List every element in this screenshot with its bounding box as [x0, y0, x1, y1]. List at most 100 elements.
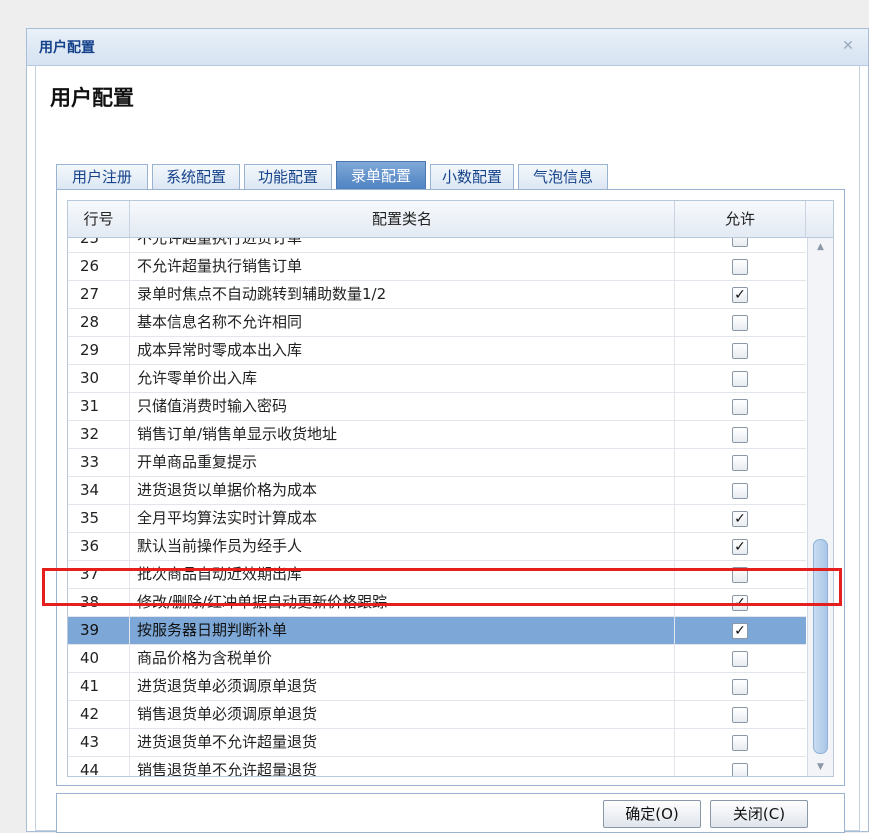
allow-checkbox[interactable] [732, 735, 748, 751]
config-name: 默认当前操作员为经手人 [130, 533, 675, 560]
tab-decimal-config[interactable]: 小数配置 [430, 164, 514, 189]
highlight-box [42, 568, 842, 606]
column-header-spacer [806, 201, 833, 237]
row-number: 30 [68, 365, 130, 392]
table-row[interactable]: 36 默认当前操作员为经手人 ✓ [68, 533, 806, 561]
scroll-down-arrow-icon[interactable]: ▼ [808, 758, 833, 776]
allow-checkbox[interactable] [732, 483, 748, 499]
config-name: 销售退货单必须调原单退货 [130, 701, 675, 728]
tab-function-config[interactable]: 功能配置 [244, 164, 332, 189]
allow-cell [675, 477, 806, 504]
user-config-window: 用户配置 ✕ 用户配置 用户注册 系统配置 功能配置 录单配置 小数配置 气泡信… [26, 28, 869, 833]
row-number: 41 [68, 673, 130, 700]
close-button[interactable]: 关闭(C) [710, 800, 808, 828]
config-grid: 行号 配置类名 允许 25 不允许超量执行进货订单 26 不允许超量执行销售订单 27 录… [67, 200, 834, 777]
allow-checkbox[interactable] [732, 343, 748, 359]
config-name: 基本信息名称不允许相同 [130, 309, 675, 336]
row-number: 39 [68, 617, 130, 644]
table-row[interactable]: 42 销售退货单必须调原单退货 [68, 701, 806, 729]
allow-checkbox[interactable] [732, 259, 748, 275]
allow-checkbox[interactable]: ✓ [732, 511, 748, 527]
table-row-selected[interactable]: 39 按服务器日期判断补单 ✓ [68, 617, 806, 645]
vertical-scrollbar[interactable]: ▲ ▼ [807, 238, 833, 776]
close-icon[interactable]: ✕ [840, 38, 856, 54]
grid-header: 行号 配置类名 允许 [68, 201, 833, 238]
allow-checkbox[interactable]: ✓ [732, 623, 748, 639]
table-row[interactable]: 25 不允许超量执行进货订单 [68, 238, 806, 253]
allow-checkbox[interactable] [732, 315, 748, 331]
row-number: 31 [68, 393, 130, 420]
config-name: 进货退货单不允许超量退货 [130, 729, 675, 756]
check-icon: ✓ [734, 511, 746, 527]
config-name: 销售退货单不允许超量退货 [130, 757, 675, 776]
table-row[interactable]: 40 商品价格为含税单价 [68, 645, 806, 673]
column-header-row-number[interactable]: 行号 [68, 201, 130, 237]
allow-cell [675, 253, 806, 280]
allow-checkbox[interactable] [732, 399, 748, 415]
config-name: 录单时焦点不自动跳转到辅助数量1/2 [130, 281, 675, 308]
tab-system-config[interactable]: 系统配置 [152, 164, 240, 189]
config-name: 商品价格为含税单价 [130, 645, 675, 672]
row-number: 33 [68, 449, 130, 476]
allow-checkbox[interactable] [732, 427, 748, 443]
row-number: 36 [68, 533, 130, 560]
tab-user-register[interactable]: 用户注册 [56, 164, 148, 189]
table-row[interactable]: 28 基本信息名称不允许相同 [68, 309, 806, 337]
table-row[interactable]: 41 进货退货单必须调原单退货 [68, 673, 806, 701]
config-name: 进货退货以单据价格为成本 [130, 477, 675, 504]
config-name: 销售订单/销售单显示收货地址 [130, 421, 675, 448]
config-grid-panel: 行号 配置类名 允许 25 不允许超量执行进货订单 26 不允许超量执行销售订单 27 录… [56, 189, 845, 786]
row-number: 26 [68, 253, 130, 280]
allow-checkbox[interactable] [732, 455, 748, 471]
check-icon: ✓ [734, 539, 746, 555]
table-row[interactable]: 43 进货退货单不允许超量退货 [68, 729, 806, 757]
config-name: 允许零单价出入库 [130, 365, 675, 392]
allow-cell [675, 729, 806, 756]
table-row[interactable]: 35 全月平均算法实时计算成本 ✓ [68, 505, 806, 533]
table-row[interactable]: 31 只储值消费时输入密码 [68, 393, 806, 421]
page-title: 用户配置 [50, 86, 134, 110]
column-header-config-name[interactable]: 配置类名 [130, 201, 675, 237]
table-row[interactable]: 26 不允许超量执行销售订单 [68, 253, 806, 281]
tab-entry-config[interactable]: 录单配置 [336, 161, 426, 189]
row-number: 32 [68, 421, 130, 448]
config-name: 不允许超量执行销售订单 [130, 253, 675, 280]
allow-checkbox[interactable]: ✓ [732, 539, 748, 555]
column-header-allow[interactable]: 允许 [675, 201, 806, 237]
config-name: 只储值消费时输入密码 [130, 393, 675, 420]
allow-checkbox[interactable] [732, 371, 748, 387]
row-number: 44 [68, 757, 130, 776]
allow-cell [675, 238, 806, 252]
table-row[interactable]: 30 允许零单价出入库 [68, 365, 806, 393]
title-bar[interactable]: 用户配置 ✕ [27, 29, 868, 66]
allow-checkbox[interactable] [732, 651, 748, 667]
allow-cell: ✓ [675, 505, 806, 532]
dialog-content: 用户配置 用户注册 系统配置 功能配置 录单配置 小数配置 气泡信息 行号 配置… [35, 66, 860, 833]
row-number: 27 [68, 281, 130, 308]
table-row[interactable]: 27 录单时焦点不自动跳转到辅助数量1/2 ✓ [68, 281, 806, 309]
allow-checkbox[interactable] [732, 238, 748, 247]
allow-checkbox[interactable] [732, 763, 748, 776]
table-row[interactable]: 32 销售订单/销售单显示收货地址 [68, 421, 806, 449]
allow-checkbox[interactable] [732, 707, 748, 723]
grid-rows: 25 不允许超量执行进货订单 26 不允许超量执行销售订单 27 录单时焦点不自动跳转到辅… [68, 238, 806, 776]
tab-bubble-info[interactable]: 气泡信息 [518, 164, 608, 189]
table-row[interactable]: 44 销售退货单不允许超量退货 [68, 757, 806, 776]
check-icon: ✓ [734, 287, 746, 303]
table-row[interactable]: 34 进货退货以单据价格为成本 [68, 477, 806, 505]
allow-cell [675, 701, 806, 728]
allow-cell [675, 365, 806, 392]
ok-button[interactable]: 确定(O) [603, 800, 701, 828]
table-row[interactable]: 33 开单商品重复提示 [68, 449, 806, 477]
row-number: 35 [68, 505, 130, 532]
check-icon: ✓ [734, 623, 746, 639]
table-row[interactable]: 29 成本异常时零成本出入库 [68, 337, 806, 365]
row-number: 28 [68, 309, 130, 336]
allow-cell [675, 421, 806, 448]
row-number: 42 [68, 701, 130, 728]
allow-checkbox[interactable] [732, 679, 748, 695]
scroll-up-arrow-icon[interactable]: ▲ [808, 238, 833, 256]
allow-cell: ✓ [675, 617, 806, 644]
allow-checkbox[interactable]: ✓ [732, 287, 748, 303]
row-number: 25 [68, 238, 130, 252]
